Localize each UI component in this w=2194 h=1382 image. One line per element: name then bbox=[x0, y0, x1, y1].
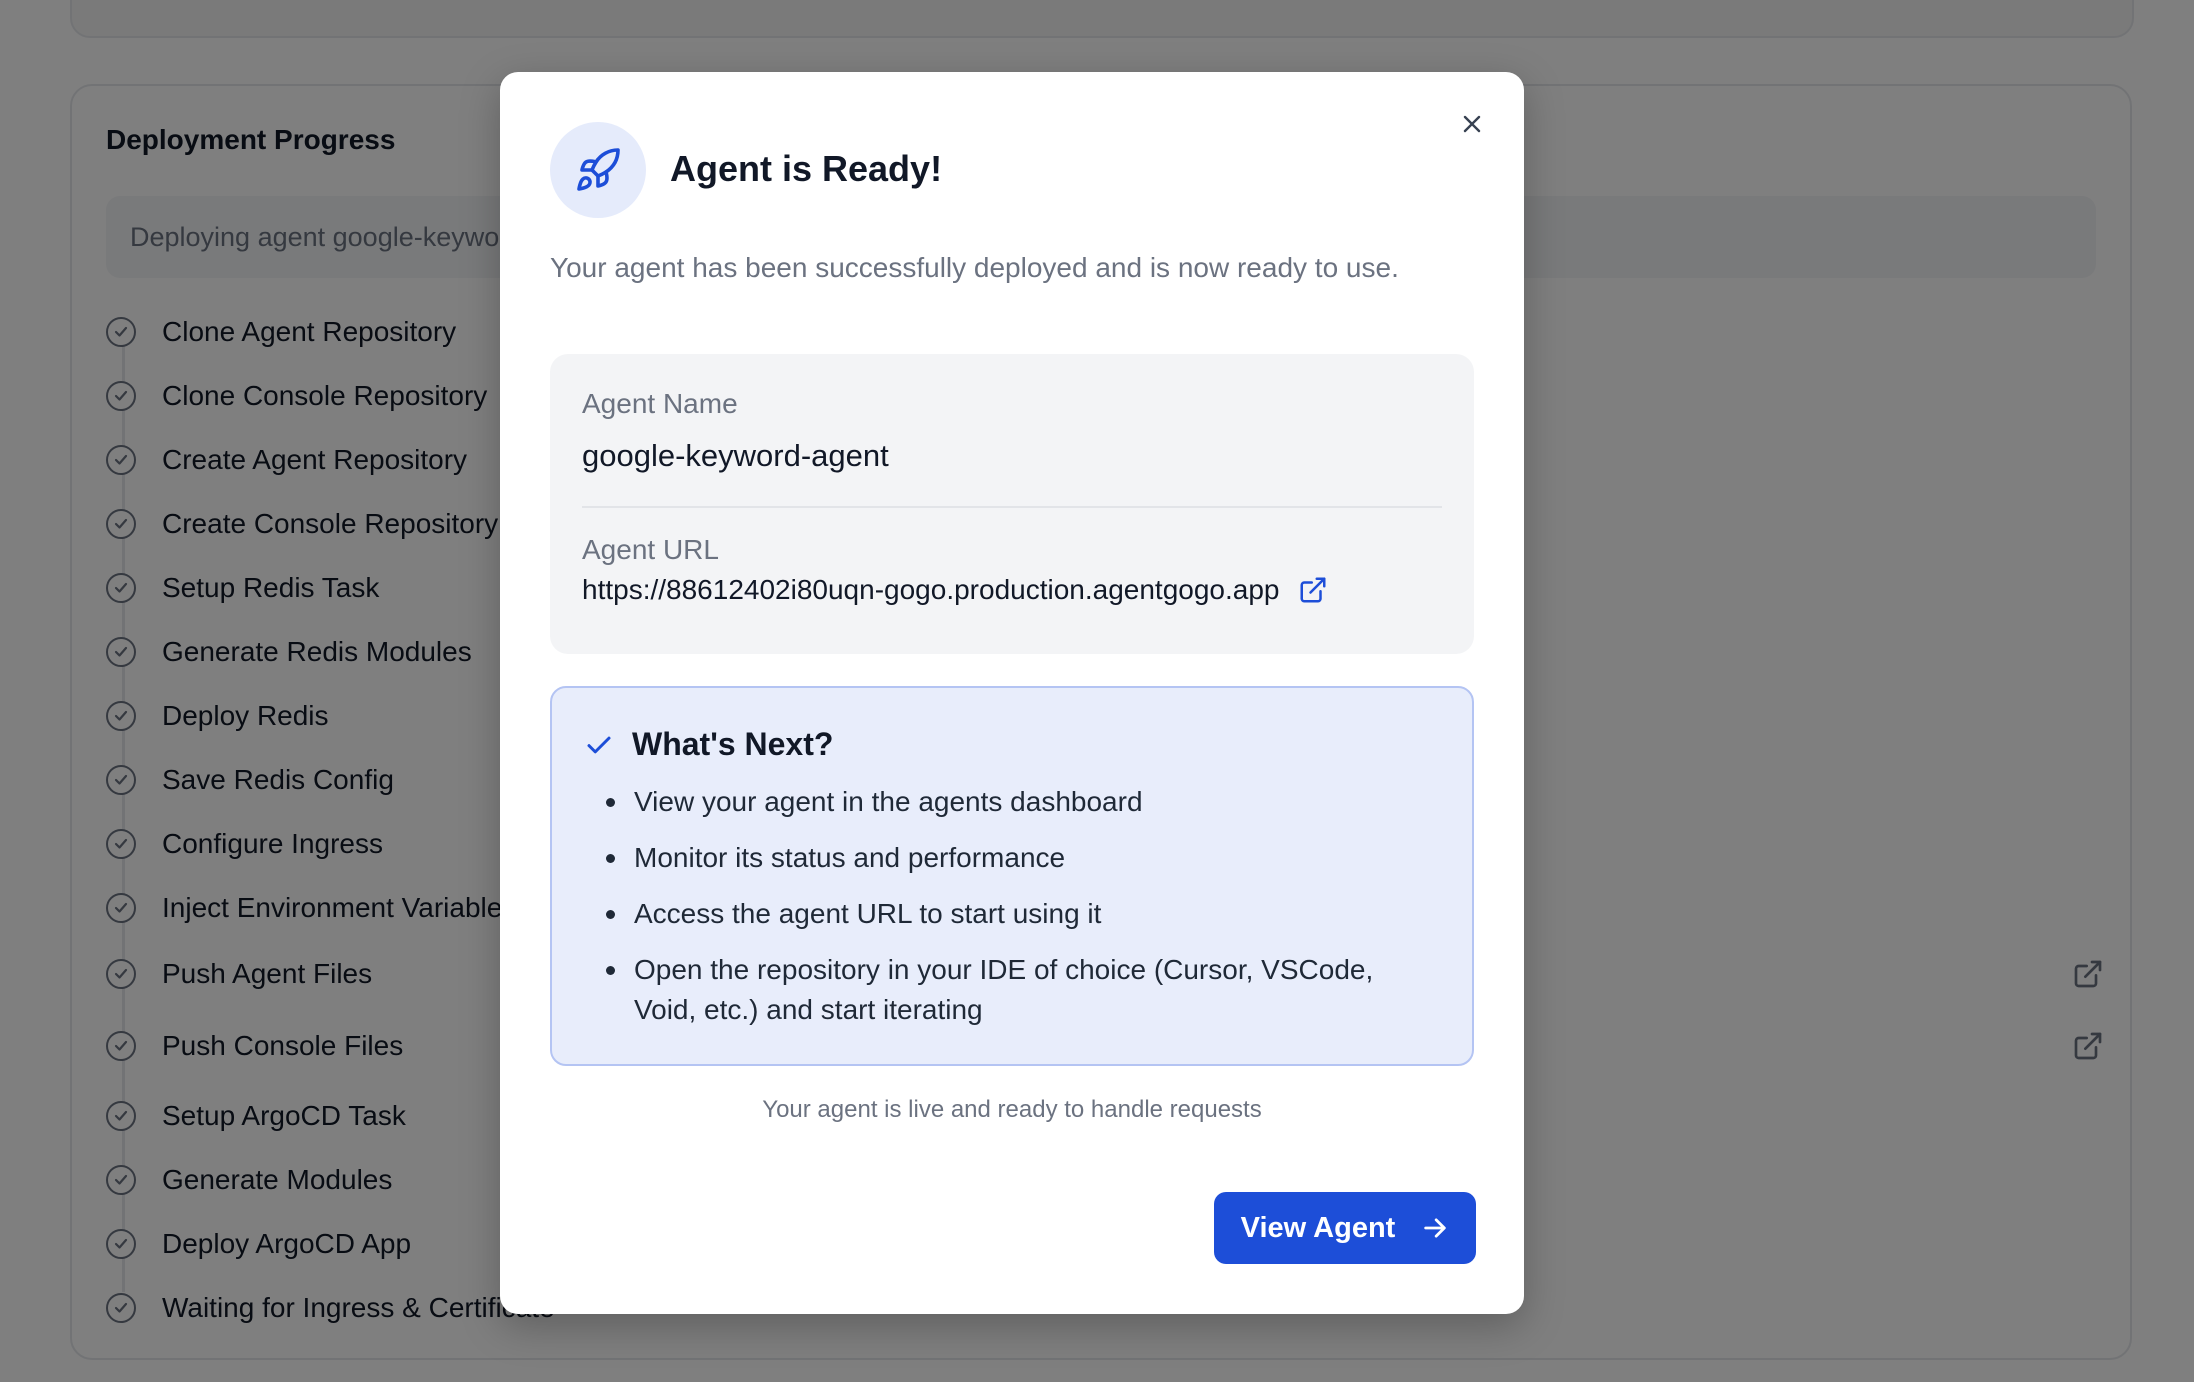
rocket-badge bbox=[550, 122, 646, 218]
whats-next-box: What's Next? View your agent in the agen… bbox=[550, 686, 1474, 1066]
whats-next-title: What's Next? bbox=[632, 726, 834, 762]
close-button[interactable] bbox=[1454, 106, 1490, 142]
agent-info-box: Agent Name google-keyword-agent Agent UR… bbox=[550, 354, 1474, 654]
live-status-text: Your agent is live and ready to handle r… bbox=[762, 1096, 1262, 1123]
rocket-icon bbox=[577, 148, 620, 191]
list-item: View your agent in the agents dashboard bbox=[606, 782, 1436, 822]
arrow-right-icon bbox=[1421, 1214, 1449, 1242]
external-link-icon[interactable] bbox=[1297, 574, 1329, 606]
deployment-page: Deployment Progress Deploying agent goog… bbox=[0, 0, 2194, 1382]
check-icon bbox=[587, 736, 611, 753]
agent-ready-modal: Agent is Ready! Your agent has been succ… bbox=[500, 72, 1524, 1314]
agent-url-value[interactable]: https://88612402i80uqn-gogo.production.a… bbox=[582, 574, 1279, 606]
close-icon bbox=[1463, 115, 1481, 133]
list-item: Open the repository in your IDE of choic… bbox=[606, 950, 1436, 1030]
modal-title: Agent is Ready! bbox=[670, 148, 943, 189]
whats-next-header: What's Next? bbox=[584, 726, 833, 763]
info-divider bbox=[582, 506, 1442, 508]
agent-url-label: Agent URL bbox=[582, 534, 719, 565]
agent-name-label: Agent Name bbox=[582, 388, 738, 419]
view-agent-label: View Agent bbox=[1240, 1211, 1396, 1244]
modal-subtitle: Your agent has been successfully deploye… bbox=[550, 252, 1399, 283]
agent-url-row: https://88612402i80uqn-gogo.production.a… bbox=[582, 574, 1329, 606]
list-item: Monitor its status and performance bbox=[606, 838, 1436, 878]
view-agent-button[interactable]: View Agent bbox=[1214, 1192, 1476, 1264]
whats-next-list: View your agent in the agents dashboard … bbox=[606, 782, 1436, 1046]
list-item: Access the agent URL to start using it bbox=[606, 894, 1436, 934]
agent-name-value: google-keyword-agent bbox=[582, 438, 889, 473]
